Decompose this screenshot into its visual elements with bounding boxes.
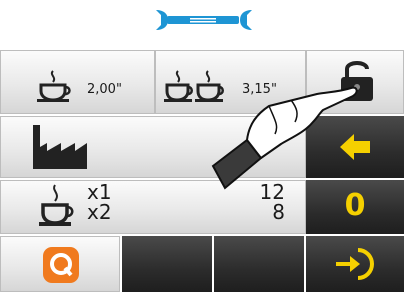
cup-label-x1: x1 <box>87 180 112 204</box>
single-coffee-time: 2,00" <box>87 82 122 97</box>
wrench-icon <box>156 10 252 30</box>
cup-count-double: 8 <box>272 200 285 224</box>
enter-button[interactable] <box>306 236 404 292</box>
pointing-hand-icon <box>211 86 358 190</box>
single-coffee-cup-icon <box>37 70 71 102</box>
factory-icon <box>33 125 87 169</box>
empty-slot-1 <box>122 236 212 292</box>
quick-menu-button[interactable] <box>0 236 120 292</box>
single-coffee-time-button[interactable]: 2,00" <box>0 50 155 114</box>
header-bar <box>0 0 404 48</box>
quick-menu-icon <box>43 247 79 283</box>
empty-slot-2 <box>214 236 304 292</box>
login-enter-icon <box>336 248 374 280</box>
single-coffee-cup-icon <box>39 184 74 226</box>
cup-label-x2: x2 <box>87 200 112 224</box>
